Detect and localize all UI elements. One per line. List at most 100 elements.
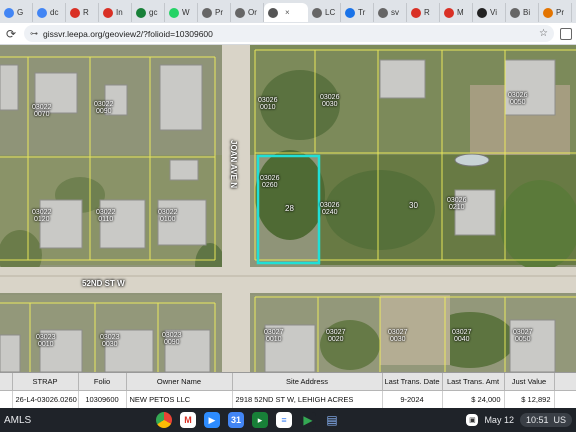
site-info-icon[interactable]: ⊶ [30,29,38,38]
table-header-row: STRAP Folio Owner Name Site Address Last… [0,373,576,391]
extensions-icon[interactable] [560,27,572,40]
tab-favicon-icon [477,7,487,18]
tab-label: M [457,8,464,17]
table-row[interactable]: 26-L4-03026.0260 10309600 NEW PETOS LLC … [0,390,576,408]
calendar-icon[interactable]: 31 [228,412,244,428]
results-table: STRAP Folio Owner Name Site Address Last… [0,373,576,408]
reload-icon[interactable]: ⟳ [4,27,18,41]
browser-tab[interactable]: In [99,3,132,22]
tab-label: Vi [490,8,497,17]
new-tab-button[interactable]: + [572,4,576,20]
browser-tab[interactable]: R [407,3,440,22]
play-store-icon[interactable]: ▶ [300,412,316,428]
screen: Gdc R In gc W Pr Or × LC Tr sv R M Vi Bi Pr + ⟳ ⊶ gissvr… [0,0,576,432]
cell-site-address: 2918 52ND ST W, LEHIGH ACRES [232,390,383,408]
tab-label: R [83,8,89,17]
parcel-label-text: 03027 0050 [513,329,533,343]
parcel-label: 03023 0010 [36,334,55,348]
files-icon[interactable]: ▤ [324,412,340,428]
column-header-last-trans-amt[interactable]: Last Trans. Amt [442,373,505,391]
clipboard-icon[interactable]: ▣ [466,414,479,426]
browser-tab[interactable]: Vi [473,3,506,22]
parcel-label-text: 03023 0010 [36,334,56,348]
tray-date[interactable]: May 12 [484,415,514,425]
tab-label: Pr [215,8,223,17]
cell [0,390,13,408]
parcel-label: 03022 0090 [94,101,113,115]
column-header[interactable] [0,373,13,391]
browser-tab[interactable]: Bi [506,3,539,22]
zoom-icon[interactable]: ▶ [204,412,220,428]
cell-strap: 26-L4-03026.0260 [12,390,79,408]
browser-tab[interactable]: Or [231,3,264,22]
parcel-label-text: 03027 0010 [264,329,284,343]
browser-tab[interactable]: Pr [539,3,572,22]
chrome-icon[interactable] [156,412,172,428]
tab-favicon-icon [411,7,421,18]
tab-label: R [424,8,430,17]
address-bar[interactable]: ⊶ gissvr.leepa.org/geoview2/?folioid=103… [24,25,554,42]
tab-favicon-icon [312,7,322,18]
tab-label: W [182,8,190,17]
parcel-label-text: 03026 0030 [320,94,340,108]
parcel-label: 03026 0030 [320,94,339,108]
browser-tab[interactable]: Tr [341,3,374,22]
column-header-owner[interactable]: Owner Name [126,373,233,391]
lot-number: 30 [409,201,418,210]
url-text: gissvr.leepa.org/geoview2/?folioid=10309… [43,28,213,39]
tab-favicon-icon [70,7,80,18]
parcel-label: 03022 0070 [32,104,51,118]
parcel-label-text: 03022 0110 [96,209,116,223]
gmail-icon[interactable]: M [180,412,196,428]
browser-tab[interactable]: M [440,3,473,22]
tab-favicon-icon [543,7,553,18]
tab-close-icon[interactable]: × [285,8,290,17]
column-header-extra[interactable]: T [554,373,576,391]
cell-last-trans-date: 9-2024 [382,390,443,408]
cell-last-trans-amt: $ 24,000 [442,390,505,408]
parcel-label: 03022 0110 [96,209,115,223]
parcel-label-selected[interactable]: 03026 0260 [260,175,279,189]
system-tray[interactable]: ▣ May 12 10:51 US [466,413,576,427]
browser-tab[interactable]: LC [308,3,341,22]
parcel-label: 03027 0030 [388,329,407,343]
browser-tab[interactable]: sv [374,3,407,22]
parcel-label-text: 03027 0020 [326,329,346,343]
browser-tab[interactable]: dc [33,3,66,22]
map-view[interactable]: 03022 0070 03022 0090 03026 0010 03026 0… [0,45,576,372]
docs-icon[interactable]: ≡ [276,412,292,428]
parcel-label-text: 03022 0070 [32,104,52,118]
taskbar-apps: M ▶ 31 ▸ ≡ ▶ ▤ [156,412,340,428]
browser-tab[interactable]: gc [132,3,165,22]
column-header-just-value[interactable]: Just Value [504,373,555,391]
tab-favicon-icon [444,7,454,18]
lot-number: 28 [285,204,294,213]
parcel-label-text: 03022 0090 [94,101,114,115]
browser-tab[interactable]: G [0,3,33,22]
column-header-site-address[interactable]: Site Address [232,373,383,391]
tray-locale: US [553,415,566,425]
parcel-label-text: 03026 0210 [447,197,467,211]
bookmark-star-icon[interactable]: ☆ [539,28,548,39]
road-label-52nd-st: 52ND ST W [82,279,125,288]
parcel-label: 03027 0020 [326,329,345,343]
browser-tab[interactable]: R [66,3,99,22]
parcel-label: 03027 0040 [452,329,471,343]
browser-tab[interactable]: W [165,3,198,22]
tab-strip: Gdc R In gc W Pr Or × LC Tr sv R M Vi Bi Pr + [0,0,576,23]
parcel-label: 03027 0050 [513,329,532,343]
browser-tab[interactable]: Pr [198,3,231,22]
tab-label: Pr [556,8,564,17]
tab-favicon-icon [37,7,47,18]
parcel-label: 03023 0090 [162,332,181,346]
meet-icon[interactable]: ▸ [252,412,268,428]
tab-favicon-icon [136,7,146,18]
cell-just-value: $ 12,892 [504,390,555,408]
column-header-last-trans-date[interactable]: Last Trans. Date [382,373,443,391]
column-header-strap[interactable]: STRAP [12,373,79,391]
tab-active[interactable]: × [264,3,308,22]
column-header-folio[interactable]: Folio [78,373,127,391]
tab-favicon-icon [268,7,278,18]
clock-status-area[interactable]: 10:51 US [519,413,572,427]
tab-label: In [116,8,123,17]
